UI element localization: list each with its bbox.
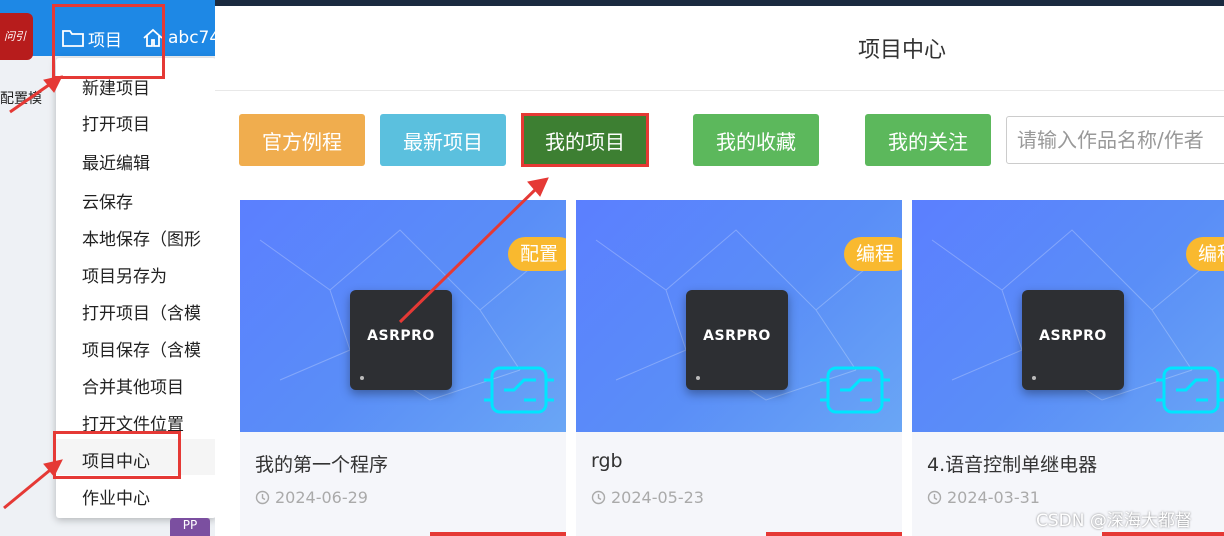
arrow-to-my-projects xyxy=(398,183,542,324)
arrow-head-menu xyxy=(43,75,63,93)
watermark: CSDN @深海大都督 xyxy=(1036,511,1192,531)
arrow-to-project-center xyxy=(3,464,56,510)
annotation-arrows xyxy=(3,75,549,510)
